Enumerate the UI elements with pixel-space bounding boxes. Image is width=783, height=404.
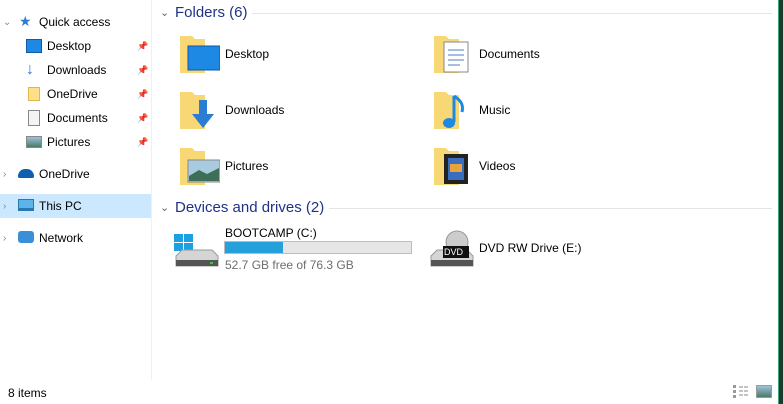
chevron-down-icon[interactable]: ⌄	[160, 6, 175, 19]
folders-group-header[interactable]: ⌄ Folders (6)	[160, 4, 248, 21]
nav-label: Network	[39, 231, 84, 245]
window-edge	[778, 0, 783, 404]
chevron-down-icon[interactable]: ⌄	[3, 17, 11, 28]
folder-label: Documents	[479, 47, 540, 61]
chevron-right-icon[interactable]: ›	[3, 201, 11, 212]
nav-label: This PC	[39, 199, 82, 213]
folder-label: Videos	[479, 159, 516, 173]
folder-downloads[interactable]: Downloads	[178, 88, 418, 138]
nav-label: Quick access	[39, 15, 111, 29]
drive-usage-bar	[224, 241, 412, 254]
nav-quick-access[interactable]: ⌄ ★ Quick access	[0, 10, 151, 34]
pictures-folder-icon	[178, 144, 221, 186]
chevron-right-icon[interactable]: ›	[3, 233, 11, 244]
drive-free-space: 52.7 GB free of 76.3 GB	[225, 258, 354, 272]
desktop-folder-icon	[178, 32, 221, 74]
chevron-right-icon[interactable]: ›	[3, 169, 11, 180]
large-icons-view-icon[interactable]	[756, 385, 772, 398]
status-bar: 8 items	[0, 380, 778, 404]
pin-icon[interactable]: 📌	[137, 89, 148, 100]
desktop-icon	[26, 39, 42, 53]
folder-label: Downloads	[225, 103, 285, 117]
documents-icon	[28, 110, 40, 126]
nav-pinned-pictures[interactable]: Pictures 📌	[0, 130, 151, 154]
nav-label: Desktop	[47, 39, 92, 53]
content-pane: ⌄ Folders (6) Desktop Documents Download…	[152, 0, 778, 380]
group-title: Devices and drives (2)	[175, 199, 325, 216]
drive-usage-fill	[225, 242, 283, 253]
star-icon: ★	[19, 13, 32, 29]
nav-label: Documents	[47, 111, 108, 125]
drive-label: DVD RW Drive (E:)	[479, 241, 582, 255]
nav-pinned-downloads[interactable]: ↓ Downloads 📌	[0, 58, 151, 82]
folder-documents[interactable]: Documents	[432, 32, 672, 82]
folder-videos[interactable]: Videos	[432, 144, 672, 194]
nav-onedrive[interactable]: › OneDrive	[0, 162, 151, 186]
nav-label: OneDrive	[47, 87, 98, 101]
computer-icon	[18, 199, 34, 211]
cloud-icon	[18, 169, 34, 178]
downloads-folder-icon	[178, 88, 218, 130]
nav-network[interactable]: › Network	[0, 226, 151, 250]
pin-icon[interactable]: 📌	[137, 137, 148, 148]
downloads-icon: ↓	[26, 61, 34, 78]
pictures-icon	[26, 136, 42, 148]
nav-label: Downloads	[47, 63, 107, 77]
navigation-pane: ⌄ ★ Quick access Desktop 📌 ↓ Downloads 📌…	[0, 0, 152, 380]
folder-desktop[interactable]: Desktop	[178, 32, 418, 82]
music-folder-icon	[432, 88, 472, 130]
folder-label: Desktop	[225, 47, 270, 61]
item-count: 8 items	[8, 386, 47, 400]
folder-label: Music	[479, 103, 511, 117]
pin-icon[interactable]: 📌	[137, 65, 148, 76]
pin-icon[interactable]: 📌	[137, 41, 148, 52]
nav-pinned-desktop[interactable]: Desktop 📌	[0, 34, 151, 58]
folder-label: Pictures	[225, 159, 269, 173]
drive-c[interactable]: BOOTCAMP (C:) 52.7 GB free of 76.3 GB	[172, 224, 442, 274]
divider	[329, 208, 772, 209]
dvd-drive-icon: DVD	[427, 230, 475, 273]
folder-music[interactable]: Music	[432, 88, 672, 138]
nav-label: OneDrive	[39, 167, 90, 181]
dvd-badge: DVD	[444, 247, 464, 257]
network-icon	[18, 231, 34, 243]
drive-e[interactable]: DVD DVD RW Drive (E:)	[427, 224, 647, 274]
hard-drive-icon	[172, 234, 220, 273]
folder-pictures[interactable]: Pictures	[178, 144, 418, 194]
pin-icon[interactable]: 📌	[137, 113, 148, 124]
nav-this-pc[interactable]: › This PC	[0, 194, 151, 218]
chevron-down-icon[interactable]: ⌄	[160, 201, 175, 214]
documents-folder-icon	[432, 32, 472, 74]
nav-label: Pictures	[47, 135, 91, 149]
folder-icon	[28, 87, 40, 101]
drive-label: BOOTCAMP (C:)	[225, 226, 317, 240]
group-title: Folders (6)	[175, 4, 248, 21]
details-view-icon[interactable]	[733, 385, 749, 398]
drives-group-header[interactable]: ⌄ Devices and drives (2)	[160, 199, 324, 216]
divider	[252, 13, 772, 14]
nav-pinned-documents[interactable]: Documents 📌	[0, 106, 151, 130]
videos-folder-icon	[432, 144, 472, 186]
nav-pinned-onedrive[interactable]: OneDrive 📌	[0, 82, 151, 106]
